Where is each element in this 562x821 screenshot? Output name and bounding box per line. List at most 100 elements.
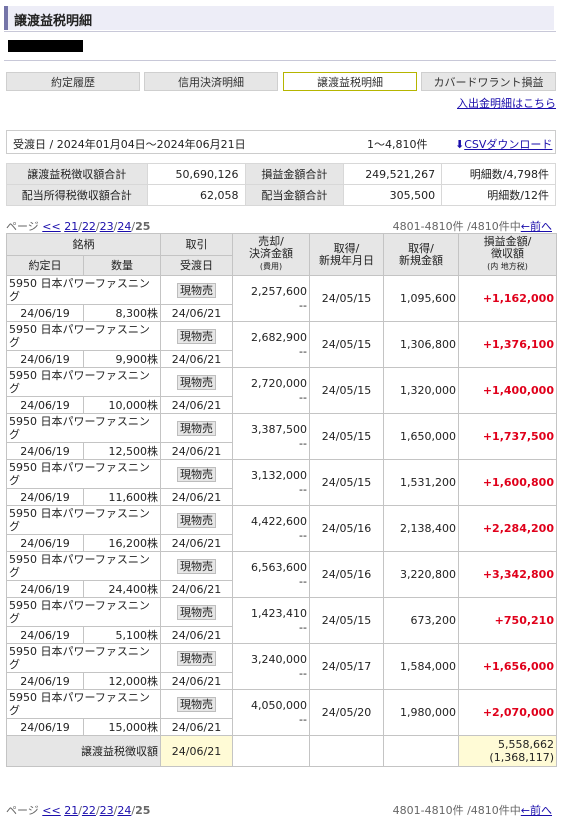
pl-amount: +1,400,000 <box>458 367 557 414</box>
trade-date: 24/06/19 <box>6 396 84 414</box>
trade-type: 現物売 <box>160 367 233 397</box>
tab-margin-settlement[interactable]: 信用決済明細 <box>144 72 278 91</box>
redacted-account-bar <box>8 40 83 52</box>
header-torihiki: 取引 <box>160 233 233 256</box>
delivery-date: 24/06/21 <box>160 442 233 460</box>
tab-covered-warrant[interactable]: カバードワラント損益 <box>421 72 556 91</box>
table-row: 5950 日本パワーファスニング 現物売 2,257,600 -- 24/05/15 1,… <box>6 275 557 322</box>
trade-date: 24/06/19 <box>6 534 84 552</box>
pager-label: ページ <box>6 804 39 817</box>
pager-page[interactable]: 24 <box>117 220 131 233</box>
quantity: 12,000株 <box>83 672 161 690</box>
acq-date: 24/05/15 <box>309 321 384 368</box>
pager-range: 4801-4810件 /4810件中 <box>392 220 521 233</box>
stock-name[interactable]: 5950 日本パワーファスニング <box>6 321 161 351</box>
stock-name[interactable]: 5950 日本パワーファスニング <box>6 459 161 489</box>
pager-prev[interactable]: ←前へ <box>521 804 552 817</box>
trade-date: 24/06/19 <box>6 488 84 506</box>
pager-first[interactable]: << <box>42 804 60 817</box>
table-row: 5950 日本パワーファスニング 現物売 6,563,600 -- 24/05/16 3,… <box>6 551 557 598</box>
acq-date: 24/05/16 <box>309 505 384 552</box>
summary-value: 62,058 <box>146 184 246 206</box>
trade-type: 現物売 <box>160 413 233 443</box>
trade-date: 24/06/19 <box>6 718 84 736</box>
acq-amount: 1,531,200 <box>383 459 459 506</box>
trade-type: 現物売 <box>160 597 233 627</box>
stock-name[interactable]: 5950 日本パワーファスニング <box>6 367 161 397</box>
sale-amount: 2,720,000 -- <box>232 367 310 414</box>
delivery-date: 24/06/21 <box>160 580 233 598</box>
sale-amount: 2,682,900 -- <box>232 321 310 368</box>
pager-first[interactable]: << <box>42 220 60 233</box>
stock-name[interactable]: 5950 日本パワーファスニング <box>6 597 161 627</box>
quantity: 15,000株 <box>83 718 161 736</box>
trade-date: 24/06/19 <box>6 304 84 322</box>
pager-page[interactable]: 22 <box>82 220 96 233</box>
quantity: 9,900株 <box>83 350 161 368</box>
acq-amount: 1,980,000 <box>383 689 459 736</box>
pager-page[interactable]: 21 <box>64 220 78 233</box>
table-row: 5950 日本パワーファスニング 現物売 2,682,900 -- 24/05/15 1,… <box>6 321 557 368</box>
tab-trade-history[interactable]: 約定履歴 <box>6 72 140 91</box>
table-row: 5950 日本パワーファスニング 現物売 3,387,500 -- 24/05/15 1,… <box>6 413 557 460</box>
stock-name[interactable]: 5950 日本パワーファスニング <box>6 275 161 305</box>
sale-amount: 4,422,600 -- <box>232 505 310 552</box>
deposit-withdrawal-link[interactable]: 入出金明細はこちら <box>457 95 556 111</box>
table-row: 5950 日本パワーファスニング 現物売 4,050,000 -- 24/05/20 1,… <box>6 689 557 736</box>
trade-type-badge: 現物売 <box>177 604 216 620</box>
stock-name[interactable]: 5950 日本パワーファスニング <box>6 413 161 443</box>
pl-amount: +1,162,000 <box>458 275 557 322</box>
pager-page[interactable]: 21 <box>64 804 78 817</box>
summary-label: 譲渡益税徴収額合計 <box>6 163 148 185</box>
quantity: 12,500株 <box>83 442 161 460</box>
pager-page[interactable]: 24 <box>117 804 131 817</box>
summary-value: 249,521,267 <box>343 163 443 185</box>
stock-name[interactable]: 5950 日本パワーファスニング <box>6 689 161 719</box>
table-row: 5950 日本パワーファスニング 現物売 3,240,000 -- 24/05/17 1,… <box>6 643 557 690</box>
header-trade-date: 約定日 <box>6 255 84 276</box>
stock-name[interactable]: 5950 日本パワーファスニング <box>6 505 161 535</box>
acq-date: 24/05/15 <box>309 459 384 506</box>
stock-name[interactable]: 5950 日本パワーファスニング <box>6 643 161 673</box>
sale-amount: 2,257,600 -- <box>232 275 310 322</box>
csv-download[interactable]: ⬇CSVダウンロード <box>455 136 552 152</box>
pager-page[interactable]: 23 <box>100 220 114 233</box>
acq-amount: 1,584,000 <box>383 643 459 690</box>
pl-amount: +3,342,800 <box>458 551 557 598</box>
acq-amount: 1,320,000 <box>383 367 459 414</box>
acq-date: 24/05/15 <box>309 275 384 322</box>
stock-name[interactable]: 5950 日本パワーファスニング <box>6 551 161 581</box>
trade-date: 24/06/19 <box>6 350 84 368</box>
table-row: 5950 日本パワーファスニング 現物売 3,132,000 -- 24/05/15 1,… <box>6 459 557 506</box>
header-acq-amount: 取得/新規金額 <box>383 233 459 276</box>
pager-page[interactable]: 23 <box>100 804 114 817</box>
header-acq-date: 取得/新規年月日 <box>309 233 384 276</box>
table-row: 5950 日本パワーファスニング 現物売 1,423,410 -- 24/05/15 67… <box>6 597 557 644</box>
trade-type-badge: 現物売 <box>177 282 216 298</box>
tab-capital-gains-tax[interactable]: 譲渡益税明細 <box>283 72 417 91</box>
delivery-date: 24/06/21 <box>160 304 233 322</box>
header-meigara: 銘柄 <box>6 233 161 256</box>
csv-download-link[interactable]: CSVダウンロード <box>464 138 552 151</box>
pager-page[interactable]: 22 <box>82 804 96 817</box>
tax-label: 譲渡益税徴収額 <box>6 735 161 767</box>
sale-amount: 3,240,000 -- <box>232 643 310 690</box>
period-text: 受渡日 / 2024年01月04日〜2024年06月21日 <box>13 138 246 151</box>
trade-type-badge: 現物売 <box>177 420 216 436</box>
pager-prev[interactable]: ←前へ <box>521 220 552 233</box>
acq-date: 24/05/15 <box>309 413 384 460</box>
trade-type: 現物売 <box>160 505 233 535</box>
acq-date: 24/05/20 <box>309 689 384 736</box>
period-bar: 受渡日 / 2024年01月04日〜2024年06月21日 1〜4,810件 ⬇… <box>6 130 556 154</box>
trade-type-badge: 現物売 <box>177 558 216 574</box>
empty-cell <box>232 735 310 767</box>
delivery-date: 24/06/21 <box>160 488 233 506</box>
pl-amount: +2,284,200 <box>458 505 557 552</box>
pl-amount: +1,737,500 <box>458 413 557 460</box>
header-pl: 損益金額/徴収額 (内 地方税) <box>458 233 557 276</box>
tax-amount: 5,558,662 (1,368,117) <box>458 735 557 767</box>
trade-date: 24/06/19 <box>6 626 84 644</box>
pl-amount: +750,210 <box>458 597 557 644</box>
pager-bottom: ページ << 21/22/23/24/25 4801-4810件 /4810件中… <box>6 804 552 817</box>
trade-type: 現物売 <box>160 643 233 673</box>
